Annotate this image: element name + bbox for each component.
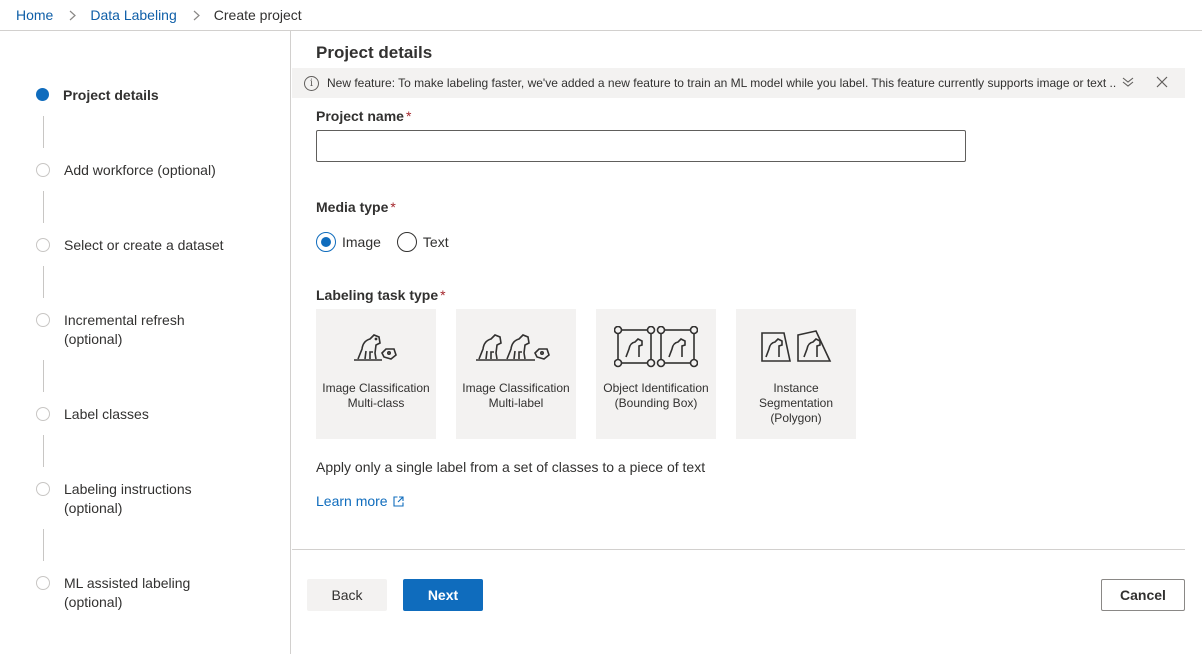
radio-circle [316,232,336,252]
tile-label: Object Identification (Bounding Box) [603,381,709,410]
step-add-workforce[interactable]: Add workforce (optional) [36,161,264,180]
breadcrumb-home[interactable]: Home [16,7,53,23]
radio-circle [396,232,417,252]
radio-label: Text [422,234,449,250]
breadcrumb-current: Create project [213,7,302,23]
cancel-button[interactable]: Cancel [1101,579,1185,611]
dogs-tag-icon [473,327,559,367]
step-connector [43,529,44,561]
step-label: Select or create a dataset [64,237,224,253]
main-panel: Project details i New feature: To make l… [292,31,1202,654]
tile-label: Image Classification Multi-label [462,381,570,410]
tile-image-classification-multiclass[interactable]: Image Classification Multi-class [316,309,436,439]
footer-divider [292,549,1185,550]
polygon-icon [758,327,834,367]
step-label-classes[interactable]: Label classes [36,405,264,424]
step-label: Add workforce (optional) [64,162,216,178]
media-type-label-text: Media type [316,199,389,215]
step-labeling-instructions[interactable]: Labeling instructions (optional) [36,480,204,518]
tile-object-identification[interactable]: Object Identification (Bounding Box) [596,309,716,439]
step-ml-assisted-labeling[interactable]: ML assisted labeling (optional) [36,574,204,612]
step-label: Incremental refresh (optional) [64,312,185,347]
required-mark: * [405,108,412,124]
task-description: Apply only a single label from a set of … [316,459,706,475]
expand-chevron-icon[interactable] [1121,75,1135,92]
task-type-tiles: Image Classification Multi-class Image C… [316,309,876,439]
step-indicator [36,482,50,496]
required-mark: * [390,199,396,215]
step-indicator [36,313,50,327]
page-title: Project details [316,43,433,62]
step-connector [43,116,44,148]
external-link-icon [393,495,404,507]
tile-image-classification-multilabel[interactable]: Image Classification Multi-label [456,309,576,439]
step-label: ML assisted labeling (optional) [64,575,191,610]
bounding-box-icon [614,326,698,368]
step-indicator [36,238,50,252]
media-type-radio-group: Image Text [316,232,465,252]
breadcrumb: Home Data Labeling Create project [0,0,1202,31]
step-connector [43,266,44,298]
step-indicator [36,88,49,101]
learn-more-label: Learn more [316,493,388,509]
step-project-details[interactable]: Project details [36,86,263,105]
back-button[interactable]: Back [307,579,387,611]
step-label: Labeling instructions (optional) [64,481,192,516]
feature-banner: i New feature: To make labeling faster, … [292,68,1185,98]
project-name-label-text: Project name [316,108,404,124]
step-label: Label classes [64,406,149,422]
step-incremental-refresh[interactable]: Incremental refresh (optional) [36,311,199,349]
project-name-input[interactable] [316,130,966,162]
radio-label: Image [342,234,381,250]
step-select-dataset[interactable]: Select or create a dataset [36,236,264,255]
tile-label: Image Classification Multi-class [322,381,430,410]
task-type-label-text: Labeling task type [316,287,439,303]
dog-tag-icon [348,327,404,367]
media-type-text-radio[interactable]: Text [396,232,449,252]
learn-more-link[interactable]: Learn more [316,493,404,509]
tile-label: Instance Segmentation (Polygon) [758,381,834,425]
required-mark: * [440,287,446,303]
step-connector [43,191,44,223]
banner-prefix: New feature: [327,76,396,90]
step-label: Project details [63,87,159,103]
chevron-right-icon [69,10,77,21]
task-type-label: Labeling task type * [316,287,446,303]
next-button[interactable]: Next [403,579,483,611]
info-icon: i [304,75,319,91]
wizard-stepper: Project details Add workforce (optional)… [0,31,291,654]
chevron-right-icon [193,10,200,21]
tile-instance-segmentation[interactable]: Instance Segmentation (Polygon) [736,309,856,439]
step-connector [43,435,44,467]
banner-message: To make labeling faster, we've added a n… [395,76,1117,90]
media-type-label: Media type * [316,199,396,215]
project-name-label: Project name * [316,108,411,124]
media-type-image-radio[interactable]: Image [316,232,381,252]
step-indicator [36,163,50,177]
breadcrumb-data-labeling[interactable]: Data Labeling [90,7,176,23]
step-connector [43,360,44,392]
step-indicator [36,576,50,590]
banner-text: New feature: To make labeling faster, we… [327,76,1117,90]
step-indicator [36,407,50,421]
close-icon[interactable] [1155,75,1169,92]
